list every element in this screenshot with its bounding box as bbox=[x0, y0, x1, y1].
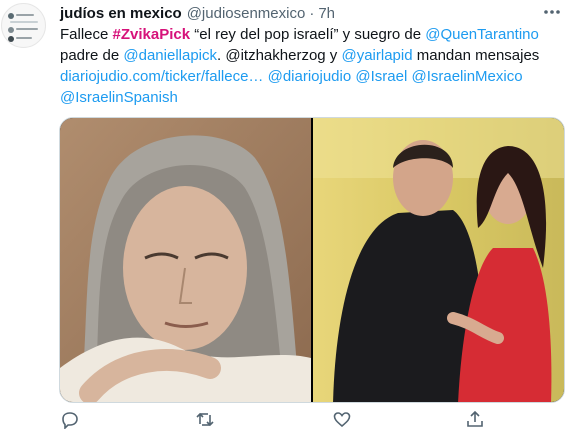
author-handle[interactable]: @judiosenmexico bbox=[187, 5, 306, 22]
mention-link[interactable]: @yairlapid bbox=[341, 47, 412, 64]
like-icon[interactable] bbox=[332, 410, 352, 429]
tweet-text: Fallece #ZvikaPick “el rey del pop israe… bbox=[60, 24, 560, 108]
text-segment: mandan mensajes bbox=[412, 47, 540, 64]
more-icon[interactable] bbox=[540, 2, 564, 22]
tweet-line: padre de @daniellapick. @itzhakherzog y … bbox=[60, 45, 560, 66]
hashtag-link[interactable]: #ZvikaPick bbox=[113, 26, 191, 43]
photo-portrait[interactable] bbox=[60, 118, 311, 402]
tweet-line: @IsraelinSpanish bbox=[60, 87, 560, 108]
tweet-line: diariojudio.com/ticker/fallece… @diarioj… bbox=[60, 66, 560, 87]
text-segment: . @itzhakherzog y bbox=[217, 47, 342, 64]
mention-link[interactable]: @IsraelinMexico bbox=[411, 68, 522, 85]
share-icon[interactable] bbox=[465, 410, 485, 429]
tweet[interactable]: judíos en mexico @judiosenmexico · 7h Fa… bbox=[0, 0, 568, 429]
tweet-time[interactable]: 7h bbox=[318, 5, 335, 22]
tweet-media[interactable] bbox=[59, 117, 565, 403]
avatar[interactable] bbox=[1, 3, 46, 48]
mention-link[interactable]: @QuenTarantino bbox=[425, 26, 539, 43]
author-name[interactable]: judíos en mexico bbox=[60, 5, 182, 22]
retweet-icon[interactable] bbox=[195, 410, 215, 429]
tweet-header: judíos en mexico @judiosenmexico · 7h bbox=[60, 3, 335, 23]
text-segment: padre de bbox=[60, 47, 124, 64]
tweet-line: Fallece #ZvikaPick “el rey del pop israe… bbox=[60, 24, 560, 45]
text-segment: Fallece bbox=[60, 26, 113, 43]
separator: · bbox=[309, 4, 315, 22]
mention-link[interactable]: @Israel bbox=[355, 68, 407, 85]
photo-couple[interactable] bbox=[313, 118, 564, 402]
tweet-actions bbox=[60, 410, 540, 429]
reply-icon[interactable] bbox=[60, 410, 80, 429]
mention-link[interactable]: @IsraelinSpanish bbox=[60, 89, 178, 106]
mention-link[interactable]: @diariojudio bbox=[268, 68, 352, 85]
mention-link[interactable]: @daniellapick bbox=[123, 47, 217, 64]
url-link[interactable]: diariojudio.com/ticker/fallece… bbox=[60, 68, 263, 85]
text-segment: “el rey del pop israelí” y suegro de bbox=[190, 26, 426, 43]
